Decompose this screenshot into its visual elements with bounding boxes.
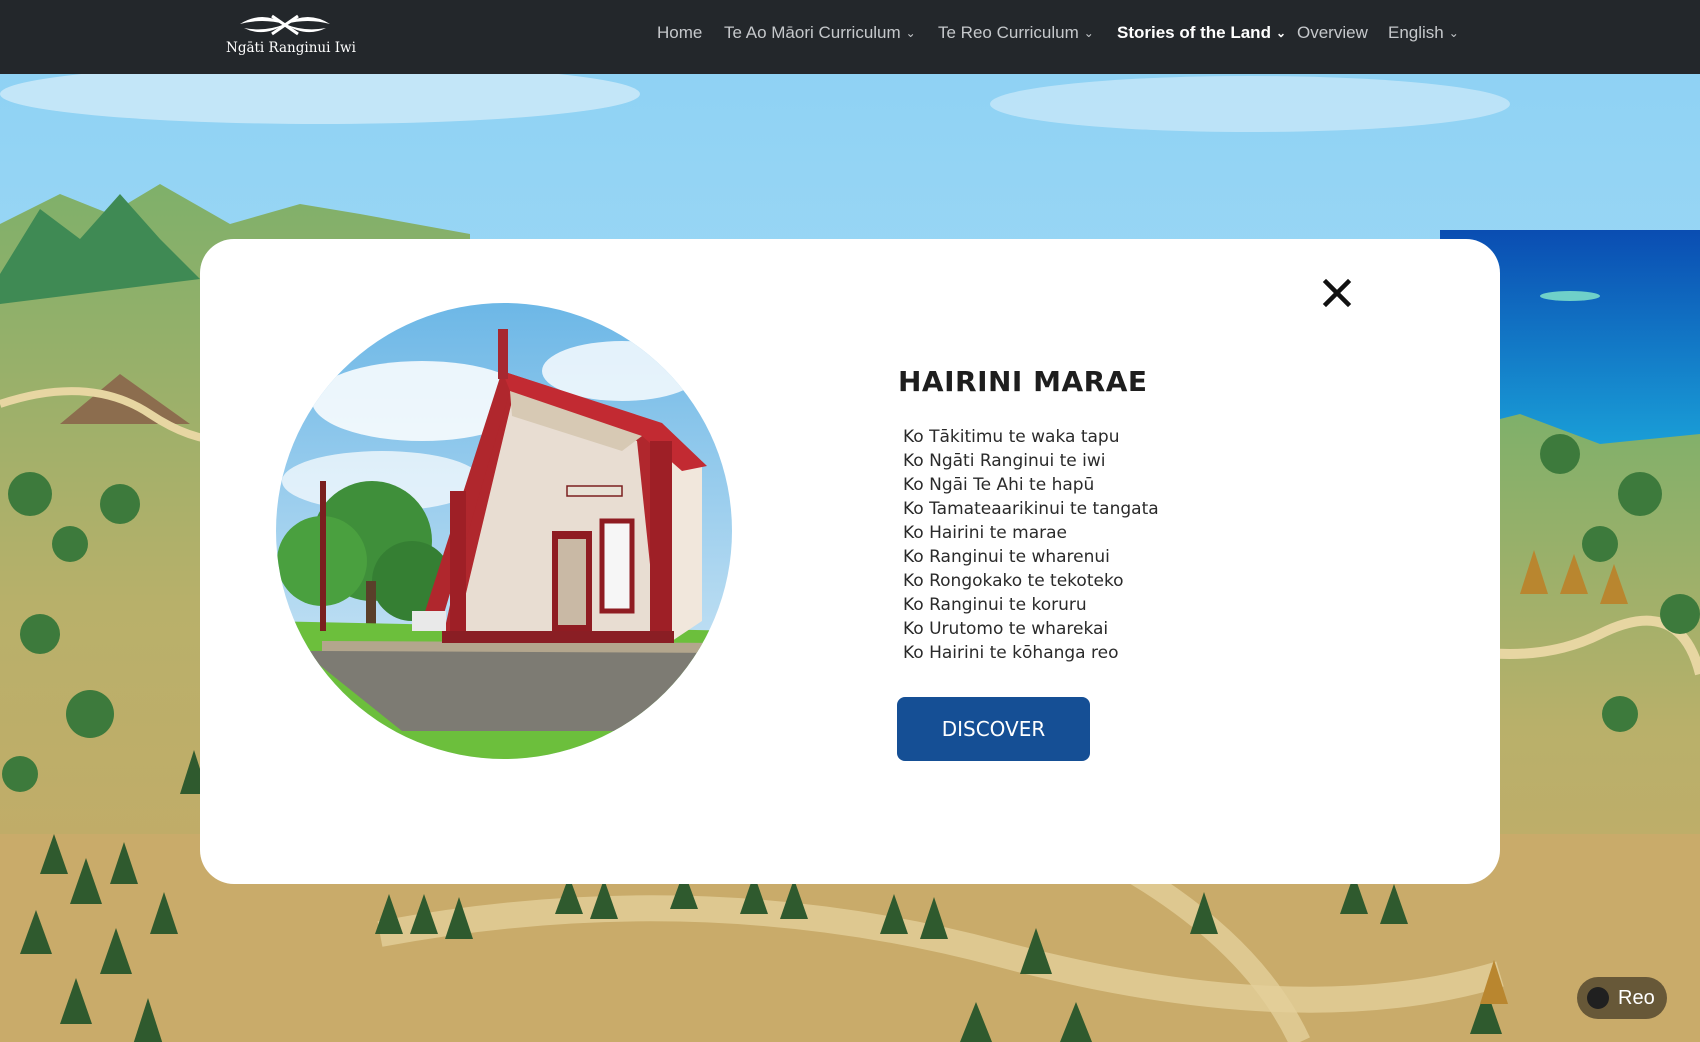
nav-overview[interactable]: Overview bbox=[1297, 22, 1368, 44]
discover-button[interactable]: DISCOVER bbox=[897, 697, 1090, 761]
marae-info-dialog: HAIRINI MARAE Ko Tākitimu te waka tapu K… bbox=[200, 239, 1500, 884]
toggle-knob bbox=[1587, 987, 1609, 1009]
pepeha-line: Ko Ngāti Ranginui te iwi bbox=[903, 451, 1106, 471]
pepeha-line: Ko Ranginui te koruru bbox=[903, 595, 1087, 615]
pepeha-line: Ko Ngāi Te Ahi te hapū bbox=[903, 475, 1095, 495]
nav-language-select[interactable]: English ⌄ bbox=[1388, 22, 1459, 45]
pepeha-list: Ko Tākitimu te waka tapu Ko Ngāti Rangin… bbox=[903, 425, 1159, 665]
top-navigation-bar: Ngāti Ranginui Iwi Home Te Ao Māori Curr… bbox=[0, 0, 1700, 74]
nav-stories-of-the-land[interactable]: Stories of the Land ⌄ bbox=[1117, 22, 1286, 45]
pepeha-line: Ko Urutomo te wharekai bbox=[903, 619, 1109, 639]
reo-language-toggle[interactable]: Reo bbox=[1577, 977, 1667, 1019]
chevron-down-icon: ⌄ bbox=[1448, 26, 1459, 40]
discover-button-label: DISCOVER bbox=[941, 717, 1046, 741]
pepeha-line: Ko Rongokako te tekoteko bbox=[903, 571, 1124, 591]
marae-title: HAIRINI MARAE bbox=[898, 365, 1148, 398]
pepeha-line: Ko Hairini te marae bbox=[903, 523, 1068, 543]
chevron-down-icon: ⌄ bbox=[1275, 26, 1287, 40]
nav-home[interactable]: Home bbox=[657, 22, 702, 44]
chevron-down-icon: ⌄ bbox=[1083, 26, 1094, 40]
pepeha-line: Ko Ranginui te wharenui bbox=[903, 547, 1110, 567]
close-button[interactable] bbox=[1317, 273, 1357, 313]
pepeha-line: Ko Hairini te kōhanga reo bbox=[903, 643, 1119, 663]
nav-te-ao-maori-curriculum[interactable]: Te Ao Māori Curriculum ⌄ bbox=[724, 22, 916, 45]
pepeha-line: Ko Tamateaarikinui te tangata bbox=[903, 499, 1159, 519]
nav-te-reo-curriculum[interactable]: Te Reo Curriculum ⌄ bbox=[938, 22, 1094, 45]
marae-illustration bbox=[276, 303, 732, 759]
logo-text: Ngāti Ranginui Iwi bbox=[226, 40, 356, 56]
nav-overview-label: Overview bbox=[1297, 23, 1368, 42]
nav-stories-label: Stories of the Land bbox=[1117, 23, 1271, 42]
pepeha-line: Ko Tākitimu te waka tapu bbox=[903, 427, 1120, 447]
iwi-logo[interactable]: Ngāti Ranginui Iwi bbox=[226, 10, 356, 60]
nav-te-ao-maori-label: Te Ao Māori Curriculum bbox=[724, 23, 901, 42]
nav-home-label: Home bbox=[657, 23, 703, 42]
nav-te-reo-label: Te Reo Curriculum bbox=[938, 23, 1079, 42]
reo-toggle-label: Reo bbox=[1618, 987, 1655, 1009]
chevron-down-icon: ⌄ bbox=[905, 26, 916, 40]
close-icon bbox=[1322, 278, 1352, 308]
nav-language-label: English bbox=[1388, 23, 1444, 42]
logo-emblem-icon bbox=[240, 14, 330, 36]
